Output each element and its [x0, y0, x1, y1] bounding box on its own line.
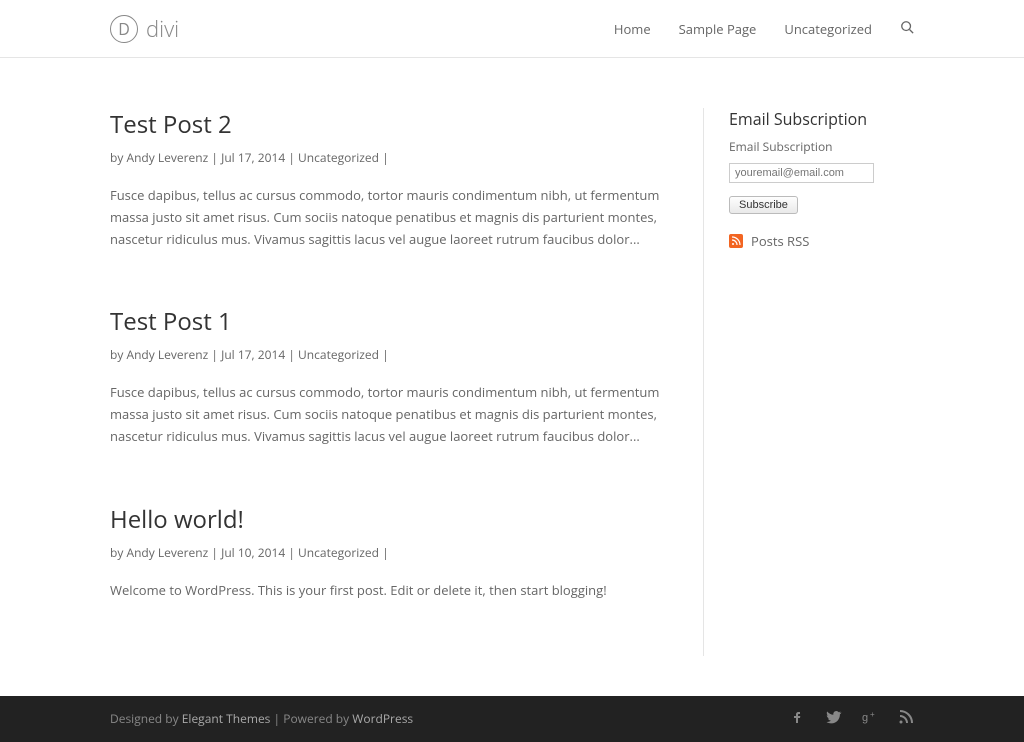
meta-sep: |: [379, 149, 389, 166]
post-category-link[interactable]: Uncategorized: [298, 149, 379, 166]
widget-title: Email Subscription: [729, 108, 914, 130]
nav-link-sample-page[interactable]: Sample Page: [679, 20, 757, 38]
footer-platform-link[interactable]: WordPress: [352, 710, 413, 727]
logo-text: divi: [146, 14, 179, 44]
post-title: Test Post 1: [110, 305, 663, 338]
meta-sep: |: [208, 544, 221, 561]
post-title-link[interactable]: Test Post 1: [110, 305, 232, 338]
meta-sep: |: [208, 346, 221, 363]
svg-text:+: +: [870, 710, 875, 719]
meta-sep: |: [285, 544, 298, 561]
footer-designed-by: Designed by: [110, 710, 182, 727]
meta-sep: |: [379, 346, 389, 363]
facebook-icon[interactable]: [790, 709, 806, 729]
header: D divi Home Sample Page Uncategorized: [0, 0, 1024, 58]
meta-sep: |: [285, 346, 298, 363]
post-category-link[interactable]: Uncategorized: [298, 544, 379, 561]
post-author-link[interactable]: Andy Leverenz: [126, 544, 208, 561]
post-date: Jul 17, 2014: [221, 149, 285, 166]
content: Test Post 2 by Andy Leverenz | Jul 17, 2…: [110, 108, 704, 656]
rss-link[interactable]: Posts RSS: [729, 232, 914, 250]
sidebar: Email Subscription Email Subscription Su…: [704, 108, 914, 656]
meta-sep: |: [208, 149, 221, 166]
post-author-link[interactable]: Andy Leverenz: [126, 149, 208, 166]
email-input[interactable]: [729, 163, 874, 183]
post: Test Post 1 by Andy Leverenz | Jul 17, 2…: [110, 305, 663, 447]
post-author-link[interactable]: Andy Leverenz: [126, 346, 208, 363]
post-date: Jul 17, 2014: [221, 346, 285, 363]
meta-sep: |: [379, 544, 389, 561]
meta-by-label: by: [110, 149, 126, 166]
footer-credits: Designed by Elegant Themes | Powered by …: [110, 710, 413, 727]
post-date: Jul 10, 2014: [221, 544, 285, 561]
post: Hello world! by Andy Leverenz | Jul 10, …: [110, 503, 663, 601]
main: Test Post 2 by Andy Leverenz | Jul 17, 2…: [0, 58, 1024, 696]
meta-by-label: by: [110, 346, 126, 363]
post-excerpt: Welcome to WordPress. This is your first…: [110, 579, 663, 601]
nav: Home Sample Page Uncategorized: [614, 20, 914, 38]
rss-label: Posts RSS: [751, 232, 809, 250]
footer-social: g+: [790, 709, 914, 729]
svg-text:g: g: [862, 712, 868, 724]
footer-powered-by: | Powered by: [270, 710, 352, 727]
meta-by-label: by: [110, 544, 126, 561]
post: Test Post 2 by Andy Leverenz | Jul 17, 2…: [110, 108, 663, 250]
logo-circle-icon: D: [110, 15, 138, 43]
post-category-link[interactable]: Uncategorized: [298, 346, 379, 363]
footer: Designed by Elegant Themes | Powered by …: [0, 696, 1024, 742]
post-title: Hello world!: [110, 503, 663, 536]
rss-footer-icon[interactable]: [898, 709, 914, 729]
search-icon[interactable]: [900, 20, 914, 38]
post-title-link[interactable]: Test Post 2: [110, 108, 232, 141]
rss-icon: [729, 234, 743, 248]
post-excerpt: Fusce dapibus, tellus ac cursus commodo,…: [110, 184, 663, 250]
twitter-icon[interactable]: [826, 709, 842, 729]
post-excerpt: Fusce dapibus, tellus ac cursus commodo,…: [110, 381, 663, 447]
post-meta: by Andy Leverenz | Jul 10, 2014 | Uncate…: [110, 544, 663, 561]
widget-label: Email Subscription: [729, 138, 914, 155]
post-meta: by Andy Leverenz | Jul 17, 2014 | Uncate…: [110, 149, 663, 166]
post-title-link[interactable]: Hello world!: [110, 503, 244, 536]
meta-sep: |: [285, 149, 298, 166]
footer-theme-link[interactable]: Elegant Themes: [182, 710, 271, 727]
google-plus-icon[interactable]: g+: [862, 709, 878, 729]
post-title: Test Post 2: [110, 108, 663, 141]
nav-link-home[interactable]: Home: [614, 20, 651, 38]
subscribe-button[interactable]: Subscribe: [729, 196, 798, 214]
nav-link-uncategorized[interactable]: Uncategorized: [784, 20, 872, 38]
post-meta: by Andy Leverenz | Jul 17, 2014 | Uncate…: [110, 346, 663, 363]
logo[interactable]: D divi: [110, 14, 179, 44]
